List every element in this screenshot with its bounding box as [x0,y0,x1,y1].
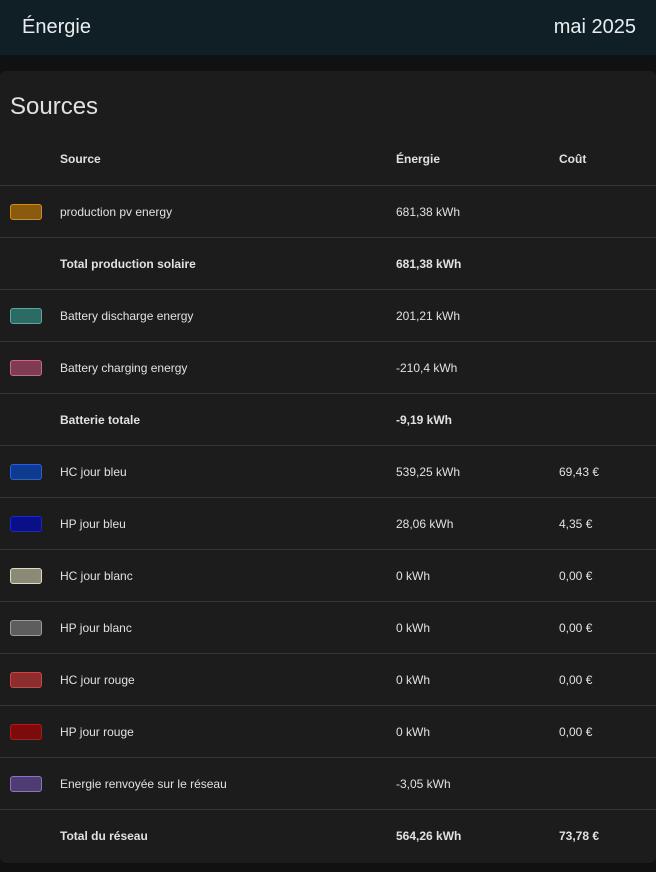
swatch-cell [0,341,60,394]
energy-cell: 0 kWh [396,705,559,758]
swatch-cell [0,497,60,550]
table-row: HC jour bleu 539,25 kWh 69,43 € [0,445,656,498]
energy-cell: 0 kWh [396,601,559,654]
energy-cell: 681,38 kWh [396,185,559,238]
source-cell: Energie renvoyée sur le réseau [60,757,396,810]
swatch-cell [0,393,60,446]
source-cell: HC jour rouge [60,653,396,706]
cost-cell: 4,35 € [559,497,656,550]
source-cell: HP jour rouge [60,705,396,758]
header-cost: Coût [559,133,656,186]
cost-cell [559,237,656,290]
swatch-cell [0,757,60,810]
swatch-cell [0,705,60,758]
color-swatch [10,463,42,480]
page-title: Énergie [22,16,91,38]
table-row: HC jour blanc 0 kWh 0,00 € [0,549,656,602]
swatch-cell [0,237,60,290]
cost-cell: 0,00 € [559,705,656,758]
source-cell: Battery charging energy [60,341,396,394]
cost-cell [559,341,656,394]
swatch-cell [0,289,60,342]
table-row: HP jour blanc 0 kWh 0,00 € [0,601,656,654]
table-total-row: Batterie totale -9,19 kWh [0,393,656,446]
swatch-cell [0,809,60,861]
source-cell: Total du réseau [60,809,396,861]
card-title: Sources [10,93,99,120]
cost-cell: 69,43 € [559,445,656,498]
table-row: Energie renvoyée sur le réseau -3,05 kWh [0,757,656,810]
cost-cell: 0,00 € [559,653,656,706]
energy-cell: 539,25 kWh [396,445,559,498]
cost-cell: 0,00 € [559,601,656,654]
color-swatch [10,619,42,636]
energy-cell: 201,21 kWh [396,289,559,342]
source-cell: HP jour blanc [60,601,396,654]
cost-cell [559,393,656,446]
color-swatch [10,567,42,584]
source-cell: production pv energy [60,185,396,238]
swatch-cell [0,549,60,602]
cost-cell: 0,00 € [559,549,656,602]
cost-cell [559,757,656,810]
color-swatch [10,671,42,688]
cost-cell: 73,78 € [559,809,656,861]
energy-cell: -9,19 kWh [396,393,559,446]
table-row: Battery charging energy -210,4 kWh [0,341,656,394]
swatch-cell [0,653,60,706]
color-swatch [10,359,42,376]
table-row: HP jour rouge 0 kWh 0,00 € [0,705,656,758]
color-swatch [10,775,42,792]
header-source: Source [60,133,396,186]
swatch-cell [0,445,60,498]
sources-table: Source Énergie Coût production pv energy… [0,133,656,861]
energy-cell: 564,26 kWh [396,809,559,861]
swatch-cell [0,185,60,238]
energy-cell: 0 kWh [396,549,559,602]
energy-cell: -3,05 kWh [396,757,559,810]
source-cell: Batterie totale [60,393,396,446]
table-total-row: Total du réseau 564,26 kWh 73,78 € [0,809,656,861]
source-cell: Total production solaire [60,237,396,290]
color-swatch [10,307,42,324]
energy-cell: 28,06 kWh [396,497,559,550]
source-cell: Battery discharge energy [60,289,396,342]
table-total-row: Total production solaire 681,38 kWh [0,237,656,290]
header-swatch [0,133,60,186]
table-row: production pv energy 681,38 kWh [0,185,656,238]
table-row: HP jour bleu 28,06 kWh 4,35 € [0,497,656,550]
color-swatch [10,515,42,532]
cost-cell [559,185,656,238]
table-header-row: Source Énergie Coût [0,133,656,186]
top-bar: Énergie mai 2025 [0,0,656,56]
sources-card: Sources Source Énergie Coût production p… [0,71,656,863]
table-row: Battery discharge energy 201,21 kWh [0,289,656,342]
header-energy: Énergie [396,133,559,186]
energy-cell: -210,4 kWh [396,341,559,394]
source-cell: HP jour bleu [60,497,396,550]
color-swatch [10,203,42,220]
source-cell: HC jour blanc [60,549,396,602]
color-swatch [10,723,42,740]
cost-cell [559,289,656,342]
source-cell: HC jour bleu [60,445,396,498]
period-label[interactable]: mai 2025 [554,16,636,39]
table-row: HC jour rouge 0 kWh 0,00 € [0,653,656,706]
swatch-cell [0,601,60,654]
energy-cell: 681,38 kWh [396,237,559,290]
energy-cell: 0 kWh [396,653,559,706]
